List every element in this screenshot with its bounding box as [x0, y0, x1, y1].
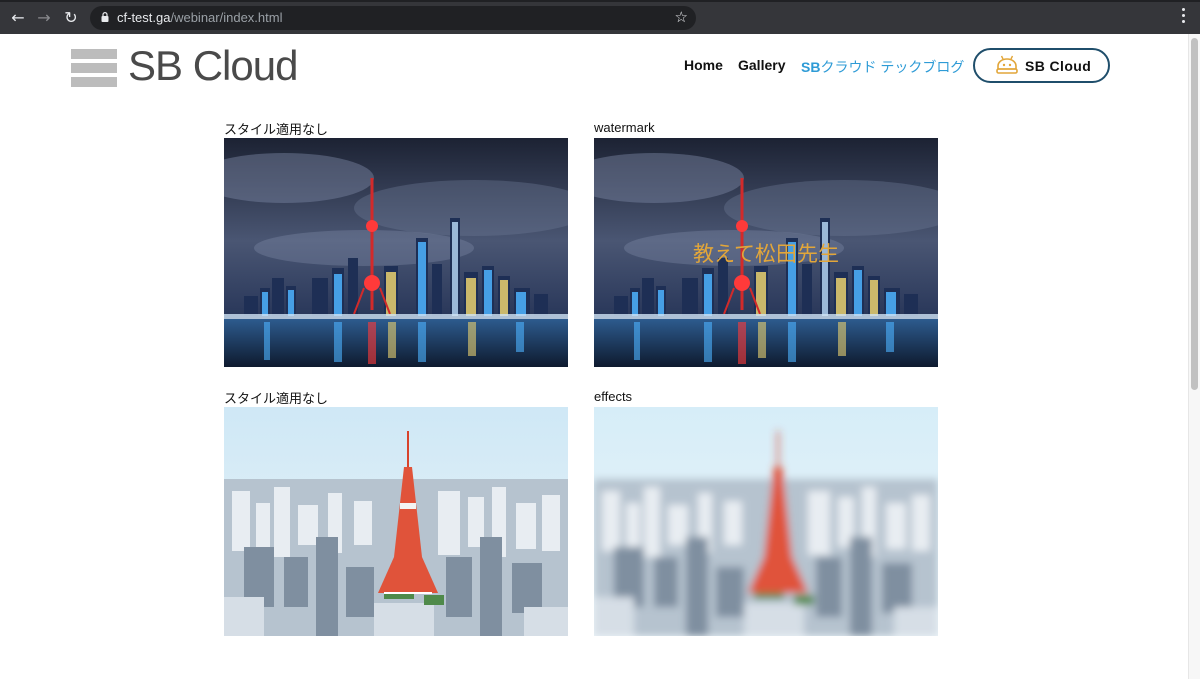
shanghai-photo-watermark: 教えて松田先生	[594, 138, 938, 367]
nav-tech-blog[interactable]: SBクラウド テックブログ	[801, 57, 964, 77]
url-text: cf-test.ga/webinar/index.html	[117, 10, 282, 26]
back-arrow-icon[interactable]: ←	[7, 7, 29, 29]
nav-tech-blog-label: クラウド テックブログ	[820, 59, 965, 75]
forward-arrow-icon[interactable]: →	[33, 7, 55, 29]
more-vert-icon[interactable]	[1182, 8, 1186, 26]
tab-strip-edge	[0, 0, 1200, 2]
tokyo-photo-effects	[594, 407, 938, 636]
nav-gallery[interactable]: Gallery	[738, 57, 785, 73]
logo-text: SB Cloud	[128, 42, 298, 89]
page-scrollbar[interactable]	[1188, 34, 1200, 679]
scrollbar-thumb[interactable]	[1191, 38, 1198, 390]
url-path: /webinar/index.html	[170, 10, 283, 25]
shanghai-photo-original	[224, 138, 568, 367]
watermark-text: 教えて松田先生	[693, 242, 839, 266]
caption-effects: effects	[594, 389, 633, 404]
tokyo-photo-original	[224, 407, 568, 636]
reload-icon[interactable]: ↻	[60, 7, 82, 29]
nav-tech-blog-prefix: SB	[801, 59, 821, 75]
robot-icon	[996, 55, 1018, 74]
address-bar[interactable]: cf-test.ga/webinar/index.html ☆	[90, 6, 696, 30]
caption-watermark: watermark	[594, 120, 655, 135]
sb-cloud-button-label: SB Cloud	[1025, 58, 1092, 74]
browser-toolbar: ← → ↻ cf-test.ga/webinar/index.html ☆	[0, 0, 1200, 34]
caption-original-1: スタイル適用なし	[224, 122, 329, 137]
sb-cloud-button[interactable]: SB Cloud	[973, 48, 1110, 83]
star-icon[interactable]: ☆	[675, 8, 688, 26]
lock-icon	[101, 12, 109, 22]
nav-home[interactable]: Home	[684, 57, 723, 73]
caption-original-2: スタイル適用なし	[224, 391, 329, 406]
url-host: cf-test.ga	[117, 10, 171, 25]
